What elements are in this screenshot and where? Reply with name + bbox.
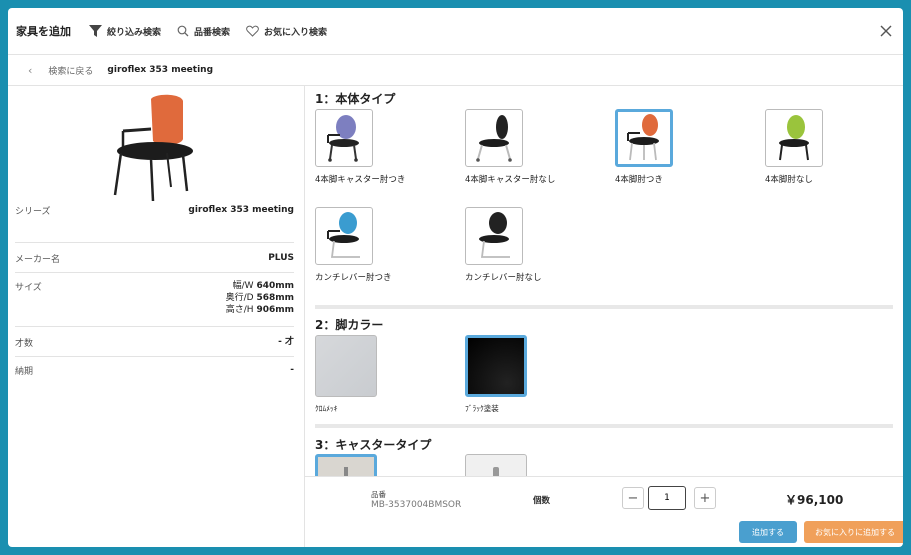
search-icon <box>177 25 189 37</box>
chair-cantilever-noarm-black-image <box>479 212 510 258</box>
spec-maker-key: メーカー名 <box>15 255 61 265</box>
option-leg-color-2-selected[interactable]: ﾌﾞﾗｯｸ塗装 <box>465 335 605 414</box>
spec-width-value: 640mm <box>256 281 294 291</box>
code-search-label: 品番検索 <box>194 27 231 38</box>
option-caster-type-2[interactable] <box>465 454 605 476</box>
option-thumbnail <box>765 109 823 167</box>
option-body-type-6[interactable]: カンチレバー肘なし <box>465 207 605 283</box>
quantity-input[interactable] <box>648 486 686 510</box>
option-body-type-4[interactable]: 4本脚肘なし <box>765 109 903 185</box>
section-body-type-title: 1：本体タイプ <box>315 92 396 106</box>
spec-sai-value: - 才 <box>278 337 294 347</box>
chair-4leg-arm-orange-image <box>627 114 659 161</box>
add-to-favorites-button[interactable]: お気に入りに追加する <box>804 521 903 543</box>
option-label: ｸﾛﾑﾒｯｷ <box>315 404 338 413</box>
spec-size-key: サイズ <box>15 283 42 293</box>
caster-thumbnail <box>315 454 377 476</box>
section-divider <box>315 424 893 428</box>
chevron-left-icon[interactable]: ‹ <box>28 64 32 77</box>
price-value: ￥96,100 <box>785 493 844 507</box>
spec-sai-row: 才数 - 才 <box>15 328 294 357</box>
caster-thumbnail <box>465 454 527 476</box>
spec-width-label: 幅/W <box>232 281 254 291</box>
filter-search-label: 絞り込み検索 <box>107 27 162 38</box>
quantity-label: 個数 <box>533 496 551 506</box>
quantity-increment-button[interactable]: + <box>694 487 716 509</box>
spec-size-values: 幅/W 640mm 奥行/D 568mm 高さ/H 906mm <box>226 280 294 316</box>
modal-title: 家具を追加 <box>16 25 71 38</box>
spec-delivery-key: 納期 <box>15 367 34 377</box>
option-label: 4本脚肘なし <box>765 175 813 185</box>
product-code-label: 品番 <box>371 490 386 499</box>
option-body-type-1[interactable]: 4本脚キャスター肘つき <box>315 109 455 185</box>
option-label: 4本脚キャスター肘つき <box>315 175 406 185</box>
option-body-type-2[interactable]: 4本脚キャスター肘なし <box>465 109 605 185</box>
section-leg-color-title: 2：脚カラー <box>315 318 384 332</box>
spec-height-value: 906mm <box>256 305 294 315</box>
option-body-type-5[interactable]: カンチレバー肘つき <box>315 207 455 283</box>
breadcrumb: ‹ 検索に戻る giroflex 353 meeting <box>8 55 903 86</box>
spec-series-value: giroflex 353 meeting <box>188 205 294 215</box>
product-detail-panel: シリーズ giroflex 353 meeting メーカー名 PLUS サイズ… <box>8 86 305 547</box>
chrome-swatch <box>315 335 377 397</box>
option-body-type-3-selected[interactable]: 4本脚肘つき <box>615 109 755 185</box>
spec-height-label: 高さ/H <box>225 305 254 315</box>
order-footer: 品番 MB-3537004BMSOR 個数 − + ￥96,100 追加する お… <box>305 476 903 547</box>
product-code-value: MB-3537004BMSOR <box>371 500 462 510</box>
option-thumbnail <box>465 207 523 265</box>
spec-depth-value: 568mm <box>256 293 294 303</box>
option-caster-type-1-selected[interactable] <box>315 454 455 476</box>
option-thumbnail <box>615 109 673 167</box>
spec-series-row: シリーズ giroflex 353 meeting <box>15 204 294 243</box>
option-label: ﾌﾞﾗｯｸ塗装 <box>465 404 499 413</box>
chair-caster-arm-purple-image <box>327 115 359 162</box>
breadcrumb-product-name: giroflex 353 meeting <box>107 65 214 75</box>
spec-series-key: シリーズ <box>15 207 51 217</box>
spec-depth-label: 奥行/D <box>225 293 254 303</box>
quantity-decrement-button[interactable]: − <box>622 487 644 509</box>
chair-4leg-noarm-green-image <box>779 115 809 161</box>
option-leg-color-1[interactable]: ｸﾛﾑﾒｯｷ <box>315 335 455 414</box>
chair-caster-noarm-black-image <box>476 115 512 162</box>
section-divider <box>315 305 893 309</box>
close-icon[interactable] <box>879 24 893 38</box>
back-to-search-link[interactable]: 検索に戻る <box>48 64 93 77</box>
spec-size-row: サイズ 幅/W 640mm 奥行/D 568mm 高さ/H 906mm <box>15 274 294 327</box>
favorites-search-button[interactable]: お気に入り検索 <box>246 25 327 38</box>
option-label: カンチレバー肘つき <box>315 273 392 283</box>
option-label: カンチレバー肘なし <box>465 273 542 283</box>
favorites-search-label: お気に入り検索 <box>264 27 328 38</box>
spec-sai-key: 才数 <box>15 339 34 349</box>
heart-icon <box>246 25 259 37</box>
spec-maker-row: メーカー名 PLUS <box>15 246 294 273</box>
code-search-button[interactable]: 品番検索 <box>177 25 230 38</box>
spec-maker-value: PLUS <box>268 253 294 263</box>
product-chair-image <box>113 94 193 201</box>
caster-image <box>493 467 499 476</box>
chair-cantilever-arm-blue-image <box>327 212 360 258</box>
add-furniture-modal: 家具を追加 絞り込み検索 品番検索 お気に入り検索 ‹ 検索に戻る girofl… <box>8 8 903 547</box>
option-thumbnail <box>315 109 373 167</box>
option-thumbnail <box>465 109 523 167</box>
spec-delivery-value: - <box>290 365 294 375</box>
option-label: 4本脚肘つき <box>615 175 663 185</box>
spec-delivery-row: 納期 - <box>15 358 294 384</box>
option-label: 4本脚キャスター肘なし <box>465 175 556 185</box>
options-panel: 1：本体タイプ 4本脚キャスター肘つき 4本脚キャスター肘なし 4本脚肘つき 4… <box>305 86 903 476</box>
section-caster-type-title: 3：キャスタータイプ <box>315 438 432 452</box>
add-button[interactable]: 追加する <box>739 521 797 543</box>
black-swatch <box>465 335 527 397</box>
caster-image <box>344 467 348 476</box>
option-thumbnail <box>315 207 373 265</box>
filter-icon <box>89 25 102 37</box>
filter-search-button[interactable]: 絞り込み検索 <box>89 25 161 38</box>
modal-header: 家具を追加 絞り込み検索 品番検索 お気に入り検索 <box>8 8 903 55</box>
